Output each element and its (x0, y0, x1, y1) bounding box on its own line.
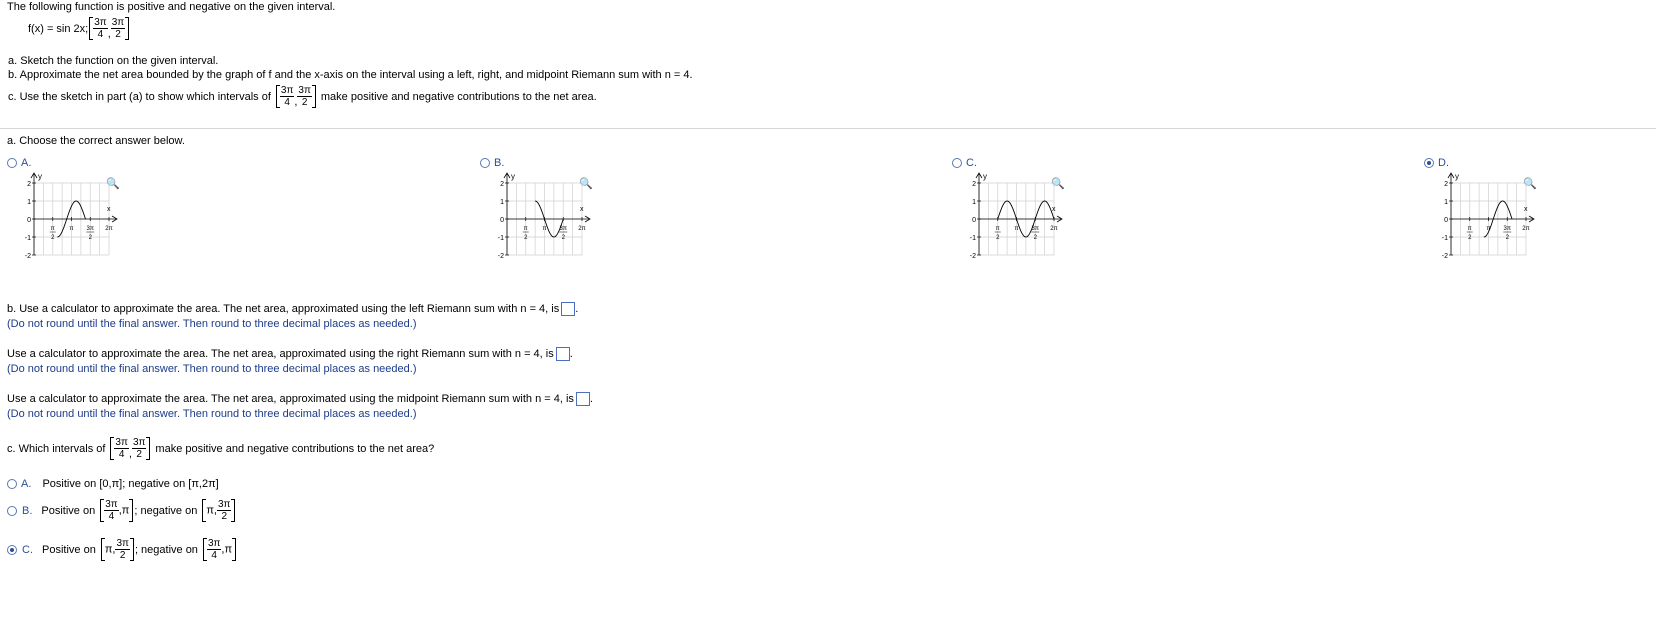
x-tick-label: 3π (87, 226, 94, 232)
y-tick-label: -2 (25, 253, 31, 260)
x-axis-label: x (1052, 206, 1056, 213)
magnifier-icon[interactable]: 🔍 (1051, 177, 1065, 190)
section-a-prompt: a. Choose the correct answer below. (7, 135, 185, 147)
right-sum-input[interactable] (555, 347, 570, 361)
radio-icon[interactable] (480, 158, 490, 169)
y-tick-label: 1 (27, 199, 31, 206)
function-definition: f(x) = sin 2x; 3π 4, 3π 2 (28, 17, 130, 40)
y-tick-label: -2 (970, 253, 976, 260)
radio-icon[interactable] (7, 505, 17, 516)
y-tick-label: 0 (972, 217, 976, 224)
option-b-radio[interactable]: B. (480, 157, 504, 169)
y-tick-label: 2 (972, 181, 976, 188)
magnifier-icon[interactable]: 🔍 (1523, 177, 1537, 190)
x-tick-label: 2 (89, 235, 93, 241)
interval-bracket: 3π 4, 3π 2 (89, 17, 130, 40)
y-axis-label: y (983, 172, 987, 181)
section-c-prompt: c. Which intervals of 3π 4, 3π 2 make posit… (7, 437, 435, 460)
left-riemann-question: b. Use a calculator to approximate the a… (7, 302, 579, 316)
right-riemann-question: Use a calculator to approximate the area… (7, 347, 573, 361)
problem-intro: The following function is positive and n… (7, 1, 336, 13)
y-tick-label: 1 (500, 199, 504, 206)
radio-selected-icon[interactable] (7, 544, 17, 555)
x-tick-label: 2π (105, 226, 112, 232)
section-c-option-c[interactable]: C. Positive on π, 3π 2 ; negative on 3π 4 ,π (7, 538, 237, 561)
x-tick-label: 2 (51, 235, 55, 241)
section-c-option-b[interactable]: B. Positive on 3π 4 ,π ; negative on π, 3π 2 (7, 499, 236, 522)
x-tick-label: 2 (1034, 235, 1038, 241)
midpoint-sum-input[interactable] (575, 392, 590, 406)
x-tick-label: 2 (996, 235, 1000, 241)
y-tick-label: 0 (1444, 217, 1448, 224)
x-tick-label: 2 (562, 235, 566, 241)
option-a-radio[interactable]: A. (7, 157, 31, 169)
x-axis-label: x (1524, 206, 1528, 213)
option-d-radio[interactable]: D. (1424, 157, 1449, 169)
x-axis-label: x (107, 206, 111, 213)
x-tick-label: π (542, 226, 546, 232)
left-riemann-note: (Do not round until the final answer. Th… (7, 318, 417, 330)
radio-icon[interactable] (7, 158, 17, 169)
x-tick-label: 2 (1506, 235, 1510, 241)
x-tick-label: 2π (1050, 226, 1057, 232)
y-tick-label: 1 (972, 199, 976, 206)
y-tick-label: 2 (1444, 181, 1448, 188)
x-tick-label: π (51, 226, 55, 232)
y-tick-label: 1 (1444, 199, 1448, 206)
part-a-text: a. Sketch the function on the given inte… (8, 55, 219, 67)
x-tick-label: π (69, 226, 73, 232)
magnifier-icon[interactable]: 🔍 (106, 177, 120, 190)
section-c-option-a[interactable]: A. Positive on [0,π]; negative on [π,2π] (7, 478, 219, 490)
x-tick-label: π (996, 226, 1000, 232)
midpoint-riemann-note: (Do not round until the final answer. Th… (7, 408, 417, 420)
y-tick-label: 2 (500, 181, 504, 188)
option-c-radio[interactable]: C. (952, 157, 977, 169)
y-tick-label: -1 (25, 235, 31, 242)
y-tick-label: 0 (27, 217, 31, 224)
x-tick-label: π (524, 226, 528, 232)
part-c-text: c. Use the sketch in part (a) to show wh… (8, 85, 597, 108)
y-tick-label: -1 (970, 235, 976, 242)
x-tick-label: 2 (1468, 235, 1472, 241)
y-tick-label: 2 (27, 181, 31, 188)
function-label: f(x) = sin 2x; (28, 22, 89, 35)
x-tick-label: π (1468, 226, 1472, 232)
x-tick-label: 3π (1504, 226, 1511, 232)
y-tick-label: -1 (1442, 235, 1448, 242)
radio-icon[interactable] (952, 158, 962, 169)
right-riemann-note: (Do not round until the final answer. Th… (7, 363, 417, 375)
y-tick-label: -1 (498, 235, 504, 242)
part-b-text: b. Approximate the net area bounded by t… (8, 69, 693, 81)
x-tick-label: π (1014, 226, 1018, 232)
left-sum-input[interactable] (561, 302, 576, 316)
y-axis-label: y (1455, 172, 1459, 181)
x-tick-label: 2 (524, 235, 528, 241)
x-tick-label: 2π (578, 226, 585, 232)
x-tick-label: 2π (1522, 226, 1529, 232)
y-tick-label: -2 (498, 253, 504, 260)
radio-selected-icon[interactable] (1424, 158, 1434, 169)
y-axis-label: y (511, 172, 515, 181)
radio-icon[interactable] (7, 479, 17, 490)
divider (0, 128, 1656, 129)
y-tick-label: -2 (1442, 253, 1448, 260)
x-axis-label: x (580, 206, 584, 213)
y-axis-label: y (38, 172, 42, 181)
midpoint-riemann-question: Use a calculator to approximate the area… (7, 392, 593, 406)
magnifier-icon[interactable]: 🔍 (579, 177, 593, 190)
y-tick-label: 0 (500, 217, 504, 224)
